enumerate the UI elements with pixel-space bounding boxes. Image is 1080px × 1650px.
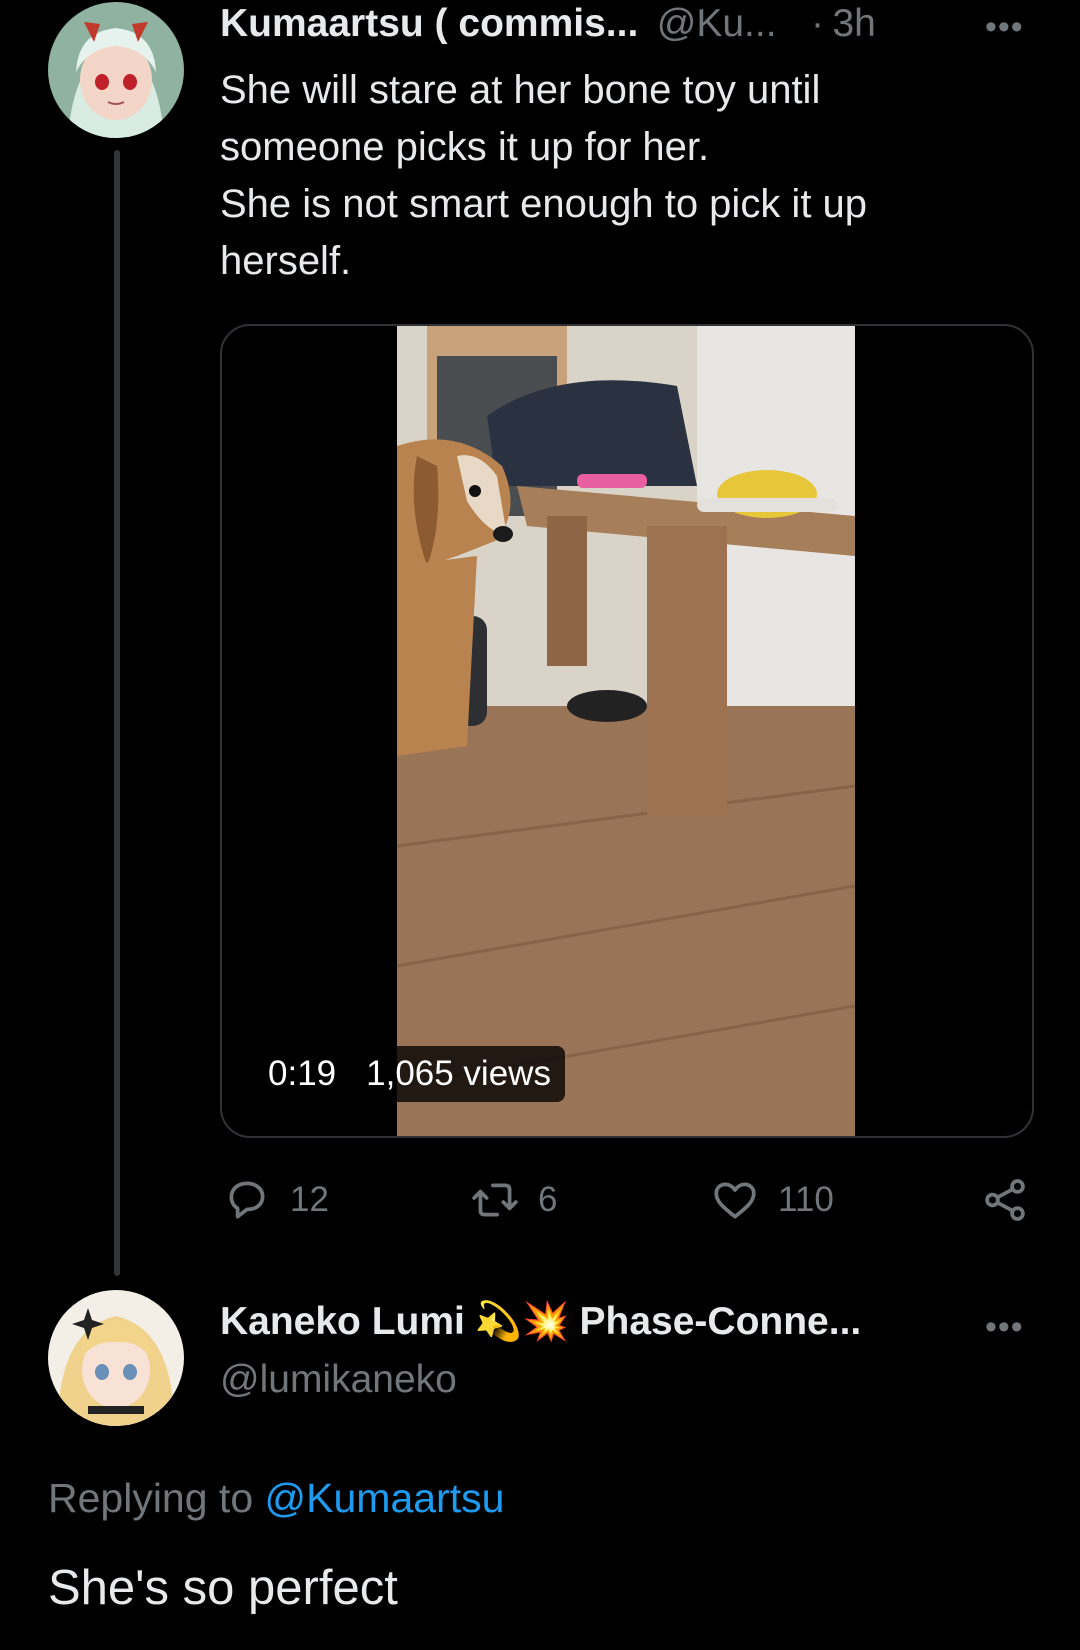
reply-author-emojis: 💫💥 (474, 1301, 570, 1343)
like-count: 110 (778, 1180, 834, 1219)
like-button[interactable]: 110 (710, 1175, 834, 1225)
tweet-header: Kumaartsu ( commis... @Ku... · 3h (220, 2, 876, 46)
replying-to-link[interactable]: @Kumaartsu (265, 1475, 505, 1521)
video-info-badge: 0:19 1,065 views (254, 1046, 565, 1102)
reply-header: Kaneko Lumi 💫💥 Phase-Conne... (220, 1300, 861, 1344)
reply-author-avatar[interactable] (48, 1290, 184, 1426)
thread-connector-line (114, 150, 120, 1276)
author-avatar-image (48, 2, 184, 138)
author-name[interactable]: Kumaartsu ( commis... (220, 2, 638, 45)
share-button[interactable] (980, 1175, 1030, 1225)
header-separator: · (811, 2, 824, 45)
reply-text: She's so perfect (48, 1561, 398, 1615)
author-avatar[interactable] (48, 2, 184, 138)
reply-icon (229, 1181, 265, 1219)
tweet-text-line: She will stare at her bone toy until (220, 68, 821, 112)
tweet-video[interactable]: 0:19 1,065 views (220, 324, 1034, 1138)
tweet-text: She will stare at her bone toy until som… (220, 62, 980, 290)
retweet-button[interactable]: 6 (470, 1175, 557, 1225)
tweet-text-line: someone picks it up for her. (220, 125, 710, 169)
tweet-text-line: She is not smart enough to pick it up (220, 182, 868, 226)
video-duration: 0:19 (268, 1054, 337, 1093)
share-icon (985, 1179, 1025, 1221)
reply-count: 12 (290, 1180, 329, 1219)
author-handle[interactable]: @Ku... (657, 2, 777, 45)
like-icon (714, 1182, 756, 1219)
retweet-count: 6 (538, 1180, 558, 1219)
video-frame-dog-scene (397, 326, 855, 1136)
reply-author-name-suffix[interactable]: Phase-Conne... (580, 1300, 862, 1344)
reply-author-avatar-image (48, 1290, 184, 1426)
reply-author-handle[interactable]: @lumikaneko (220, 1358, 457, 1402)
replying-to: Replying to @Kumaartsu (48, 1475, 504, 1522)
replying-to-prefix: Replying to (48, 1475, 254, 1521)
more-horizontal-icon[interactable]: ••• (985, 8, 1024, 47)
video-views: 1,065 views (366, 1054, 551, 1093)
tweet-time[interactable]: 3h (832, 2, 875, 45)
reply-author-name[interactable]: Kaneko Lumi (220, 1300, 465, 1344)
retweet-icon (472, 1183, 518, 1217)
reply-button[interactable]: 12 (222, 1175, 329, 1225)
tweet-text-line: herself. (220, 239, 352, 283)
reply-more-horizontal-icon[interactable]: ••• (985, 1308, 1024, 1347)
